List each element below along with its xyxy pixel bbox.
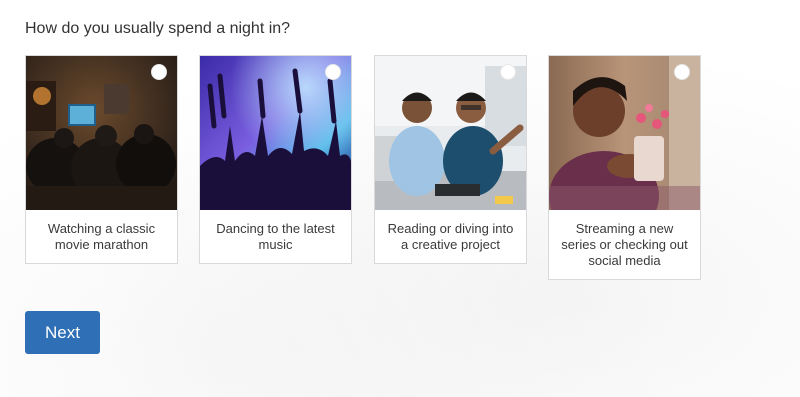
option-label-streaming: Streaming a new series or checking out s… — [561, 221, 688, 268]
option-label-dancing: Dancing to the latest music — [216, 221, 335, 252]
option-label-creative-project: Reading or diving into a creative projec… — [387, 221, 514, 252]
survey-page: How do you usually spend a night in? Wat… — [0, 0, 800, 397]
option-card-dancing[interactable]: Dancing to the latest music — [199, 55, 352, 264]
next-button[interactable]: Next — [25, 311, 100, 354]
option-label-movie-marathon: Watching a classic movie marathon — [47, 221, 156, 252]
option-image-creative-project — [375, 56, 526, 210]
option-radio-dancing[interactable] — [325, 64, 341, 80]
option-radio-creative-project[interactable] — [500, 64, 516, 80]
option-card-movie-marathon[interactable]: Watching a classic movie marathon — [25, 55, 178, 264]
option-card-streaming[interactable]: Streaming a new series or checking out s… — [548, 55, 701, 280]
question-text: How do you usually spend a night in? — [25, 20, 291, 37]
option-image-streaming — [549, 56, 700, 210]
option-radio-streaming[interactable] — [674, 64, 690, 80]
option-radio-movie-marathon[interactable] — [151, 64, 167, 80]
option-list: Watching a classic movie marathon Dancin… — [25, 55, 705, 285]
option-image-dancing — [200, 56, 351, 210]
option-image-movie-marathon — [26, 56, 177, 210]
option-card-creative-project[interactable]: Reading or diving into a creative projec… — [374, 55, 527, 264]
